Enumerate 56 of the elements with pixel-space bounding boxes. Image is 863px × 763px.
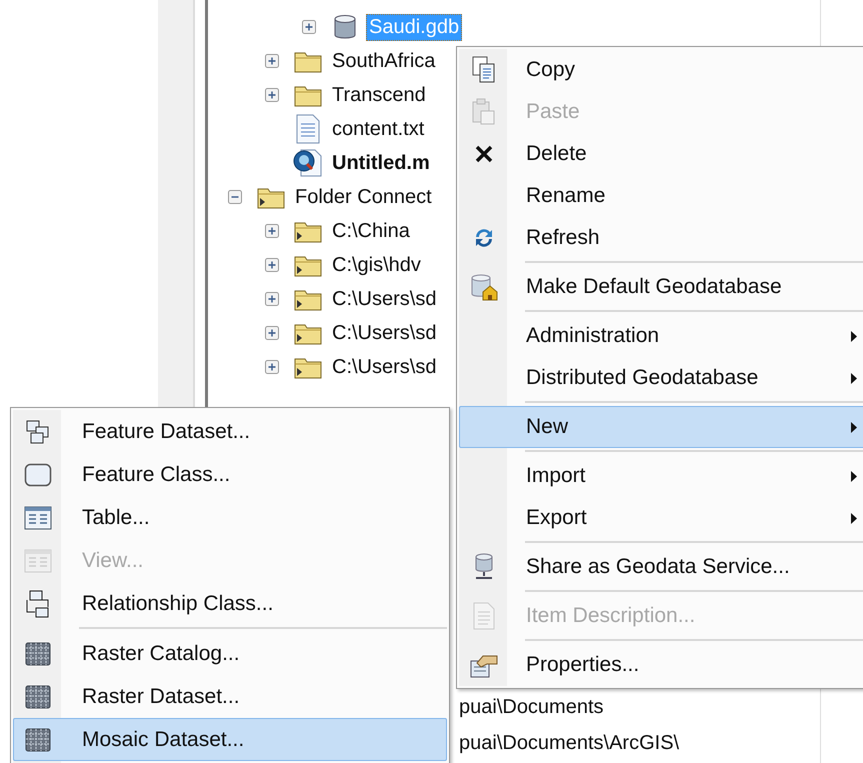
stacked-squares-icon	[25, 418, 51, 444]
raster-grid-icon	[24, 640, 52, 668]
expand-toggle[interactable]	[265, 360, 279, 374]
raster-grid-icon	[24, 726, 52, 754]
tree-item[interactable]: C:\Users\sd	[329, 286, 440, 312]
table-icon	[24, 548, 52, 574]
table-icon	[24, 504, 52, 530]
menu-item[interactable]: Delete	[459, 133, 863, 175]
menu-item[interactable]: Properties...	[459, 644, 863, 686]
tree-item[interactable]: C:\China	[329, 218, 413, 244]
menu-item[interactable]: New	[459, 406, 863, 448]
menu-item[interactable]: Mosaic Dataset...	[13, 718, 447, 761]
clipboard-icon	[472, 98, 496, 126]
tree-item[interactable]: content.txt	[329, 116, 428, 142]
menu-item[interactable]: Raster Catalog...	[13, 632, 447, 675]
expand-toggle[interactable]	[265, 54, 279, 68]
expand-toggle[interactable]	[265, 258, 279, 272]
menu-item[interactable]: Distributed Geodatabase	[459, 357, 863, 399]
menu-item[interactable]: Table...	[13, 496, 447, 539]
menu-item[interactable]: Feature Class...	[13, 453, 447, 496]
tree-item[interactable]: Transcend	[329, 82, 429, 108]
menu-item[interactable]: Import	[459, 455, 863, 497]
database-server-icon	[473, 553, 495, 581]
expand-toggle[interactable]	[265, 88, 279, 102]
delete-icon	[474, 144, 494, 164]
document-icon	[473, 602, 495, 630]
tree-item[interactable]: Folder Connect	[292, 184, 435, 210]
text-file-icon	[296, 114, 320, 144]
tree-item[interactable]: C:\Users\sd	[329, 354, 440, 380]
menu-item[interactable]: Administration	[459, 315, 863, 357]
menu-item[interactable]: Refresh	[459, 217, 863, 259]
tree-item[interactable]: C:\Users\sd	[329, 320, 440, 346]
globe-document-icon	[293, 148, 323, 178]
menu-item[interactable]: Make Default Geodatabase	[459, 266, 863, 308]
menu-item[interactable]: Feature Dataset...	[13, 410, 447, 453]
expand-toggle[interactable]	[265, 224, 279, 238]
rounded-rectangle-icon	[24, 462, 52, 488]
expand-toggle[interactable]	[302, 20, 316, 34]
expand-toggle[interactable]	[265, 292, 279, 306]
tree-item[interactable]: SouthAfrica	[329, 48, 438, 74]
menu-item[interactable]: Raster Dataset...	[13, 675, 447, 718]
raster-grid-icon	[24, 682, 52, 710]
expand-toggle[interactable]	[265, 326, 279, 340]
tree-item[interactable]: puai\Documents	[456, 694, 607, 720]
database-home-icon	[470, 273, 498, 301]
collapse-toggle[interactable]	[228, 190, 242, 204]
menu-item[interactable]: Relationship Class...	[13, 582, 447, 625]
menu-item[interactable]: Copy	[459, 49, 863, 91]
menu-item[interactable]: Rename	[459, 175, 863, 217]
tree-item[interactable]: C:\gis\hdv	[329, 252, 424, 278]
menu-item[interactable]: Share as Geodata Service...	[459, 546, 863, 588]
tree-item[interactable]: puai\Documents\ArcGIS\	[456, 730, 682, 756]
tree-item[interactable]: Untitled.m	[329, 150, 433, 176]
database-icon	[332, 14, 358, 40]
copy-icon	[472, 56, 496, 84]
menu-item[interactable]: Export	[459, 497, 863, 539]
